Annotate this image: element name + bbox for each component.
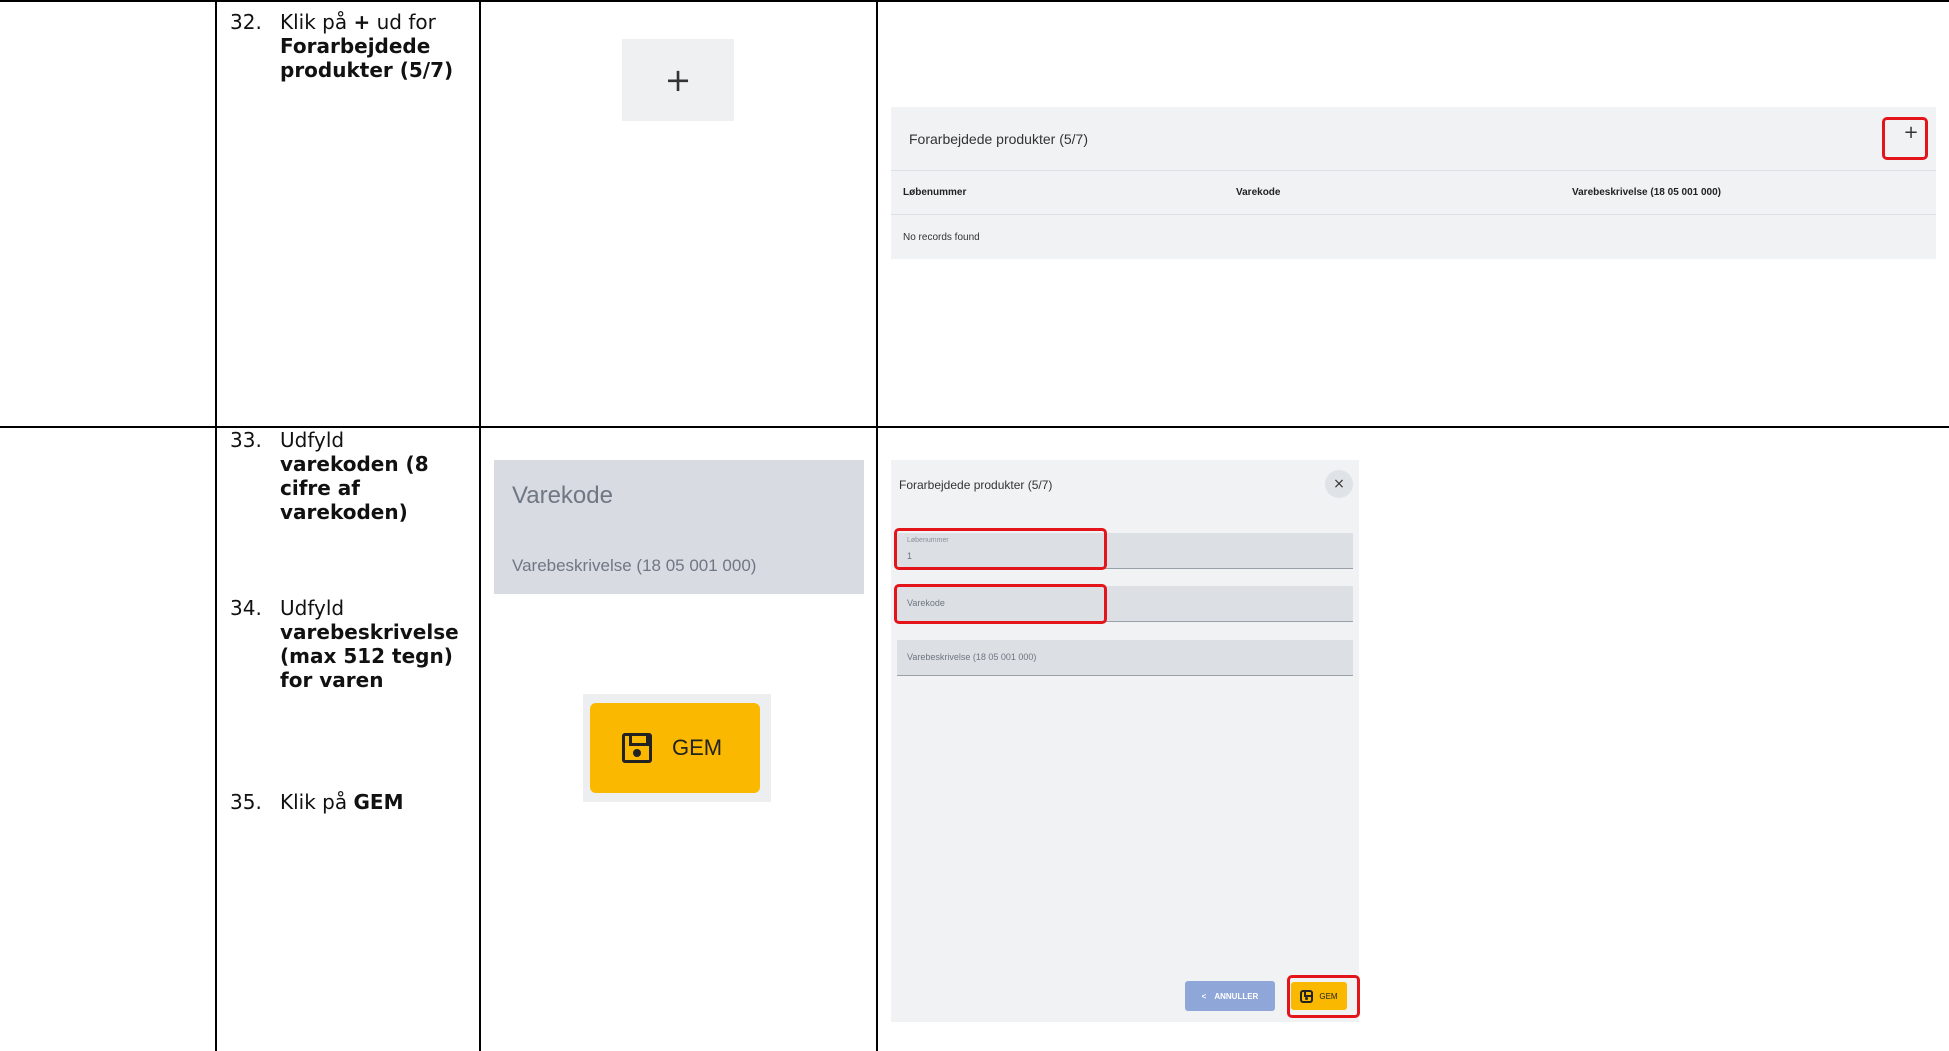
highlight-add-button	[1882, 117, 1928, 160]
forarbejdede-produkter-panel: Forarbejdede produkter (5/7) + Løbenumme…	[891, 107, 1936, 259]
step-number: 33.	[230, 428, 262, 452]
table-top-border	[0, 0, 1949, 2]
panel-title: Forarbejdede produkter (5/7)	[909, 131, 1088, 147]
step-text: Udfyld varebeskrivelse (max 512 tegn) for…	[280, 596, 459, 692]
varebeskrivelse-field[interactable]: Varebeskrivelse (18 05 001 000)	[897, 640, 1353, 676]
plus-icon: +	[664, 61, 692, 99]
close-icon: ×	[1333, 476, 1345, 492]
table-col-divider-2	[479, 0, 481, 1051]
table-col-divider-3	[876, 0, 878, 1051]
crop-gem-button: GEM	[590, 703, 760, 793]
crop-fields: Varekode Varebeskrivelse (18 05 001 000)	[494, 460, 864, 594]
divider	[891, 214, 1936, 215]
column-header-varekode[interactable]: Varekode	[1236, 187, 1280, 198]
highlight-gem-button	[1287, 975, 1360, 1018]
step-35: 35. Klik på GEM	[230, 790, 470, 820]
step-text: Klik på GEM	[280, 790, 404, 814]
crop-varekode-label: Varekode	[512, 482, 613, 509]
empty-state-text: No records found	[903, 232, 980, 243]
crop-add-button: +	[622, 39, 734, 121]
step-33: 33. Udfyld varekoden (8 cifre af varekode…	[230, 428, 470, 548]
varebeskrivelse-placeholder: Varebeskrivelse (18 05 001 000)	[907, 652, 1037, 662]
dialog-title: Forarbejdede produkter (5/7)	[899, 478, 1053, 492]
crop-gem-label: GEM	[672, 735, 723, 760]
crop-varebeskrivelse-label: Varebeskrivelse (18 05 001 000)	[512, 556, 757, 575]
highlight-lobenummer	[894, 528, 1107, 570]
step-34: 34. Udfyld varebeskrivelse (max 512 tegn)…	[230, 596, 470, 716]
annuller-label: ANNULLER	[1214, 991, 1259, 1001]
step-number: 34.	[230, 596, 262, 620]
close-button[interactable]: ×	[1325, 470, 1353, 498]
chevron-left-icon: <	[1201, 991, 1207, 1001]
annuller-button[interactable]: < ANNULLER	[1185, 981, 1275, 1011]
step-number: 35.	[230, 790, 262, 814]
save-icon	[622, 733, 652, 763]
divider	[891, 170, 1936, 171]
highlight-varekode	[894, 584, 1107, 624]
step-number: 32.	[230, 10, 262, 34]
step-text: Klik på + ud for Forarbejdede produkter …	[280, 10, 454, 82]
step-32: 32. Klik på + ud for Forarbejdede produk…	[230, 10, 470, 100]
column-header-lobenummer[interactable]: Løbenummer	[903, 187, 966, 198]
table-col-divider-1	[215, 0, 217, 1051]
step-text: Udfyld varekoden (8 cifre af varekoden)	[280, 428, 429, 524]
column-header-varebeskrivelse[interactable]: Varebeskrivelse (18 05 001 000)	[1572, 187, 1721, 198]
